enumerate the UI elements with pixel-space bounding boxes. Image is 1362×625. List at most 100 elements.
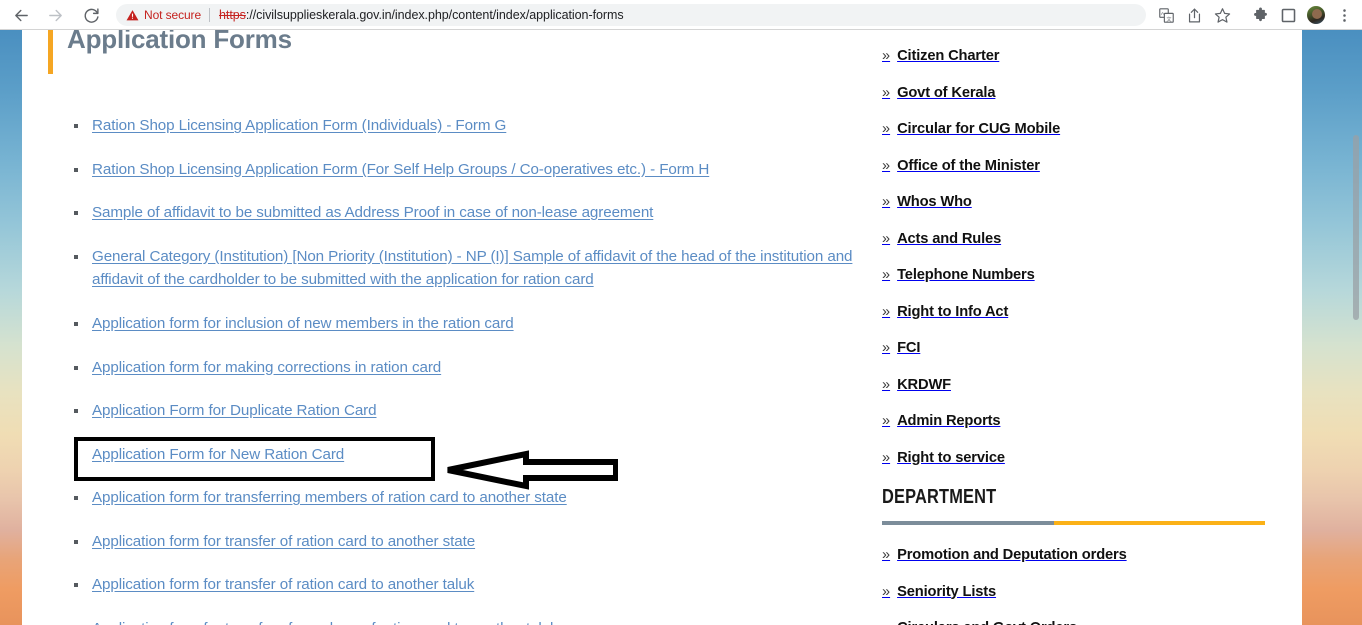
- chevron-double-right-icon: »: [882, 413, 891, 429]
- chevron-double-right-icon: »: [882, 230, 891, 247]
- form-link-new-ration-card[interactable]: Application Form for New Ration Card: [92, 446, 344, 463]
- chevron-double-right-icon: »: [882, 157, 891, 174]
- chevron-double-right-icon: »: [882, 547, 891, 563]
- form-link[interactable]: Application form for inclusion of new me…: [92, 315, 514, 332]
- form-link[interactable]: Sample of affidavit to be submitted as A…: [92, 204, 653, 221]
- list-item[interactable]: Ration Shop Licensing Application Form (…: [48, 158, 858, 181]
- sidebar-item-label: Promotion and Deputation orders: [897, 547, 1127, 563]
- reload-icon[interactable]: [76, 0, 106, 30]
- list-item[interactable]: Sample of affidavit to be submitted as A…: [48, 201, 858, 224]
- bullet-icon: [74, 539, 78, 544]
- chevron-double-right-icon: »: [882, 84, 891, 101]
- sidebar-item-right-to-info-act[interactable]: » Right to Info Act: [882, 304, 1282, 320]
- sidebar-item-citizen-charter[interactable]: » Citizen Charter: [882, 48, 1282, 64]
- bullet-icon: [74, 452, 78, 457]
- extensions-puzzle-icon[interactable]: [1246, 1, 1274, 29]
- chevron-double-right-icon: »: [882, 48, 891, 64]
- sidebar-item-label: Right to service: [897, 449, 1005, 466]
- security-status-chip[interactable]: Not secure: [126, 8, 209, 22]
- sidebar-item-label: Office of the Minister: [897, 157, 1040, 174]
- url-path: ://civilsupplieskerala.gov.in/index.php/…: [245, 8, 624, 22]
- form-link[interactable]: Application form for making corrections …: [92, 359, 441, 376]
- sidebar-item-label: Whos Who: [897, 194, 972, 210]
- sidebar-item-fci[interactable]: » FCI: [882, 340, 1282, 356]
- bullet-icon: [74, 322, 78, 326]
- sidebar-item-telephone-numbers[interactable]: » Telephone Numbers: [882, 267, 1282, 283]
- form-link[interactable]: Application form for transfer of members…: [92, 620, 558, 625]
- toolbar-actions: A 文: [1152, 1, 1362, 29]
- form-link[interactable]: Application Form for Duplicate Ration Ca…: [92, 402, 377, 419]
- forward-arrow-icon: [40, 0, 70, 30]
- sidebar-item-circulars-and-govt-orders[interactable]: » Circulars and Govt Orders: [882, 620, 1282, 625]
- share-icon[interactable]: [1180, 1, 1208, 29]
- chevron-double-right-icon: »: [882, 194, 891, 210]
- department-divider: [882, 521, 1265, 525]
- sidebar-item-govt-of-kerala[interactable]: » Govt of Kerala: [882, 85, 1282, 101]
- bookmark-star-icon[interactable]: [1208, 1, 1236, 29]
- sidebar-item-office-of-the-minister[interactable]: » Office of the Minister: [882, 158, 1282, 174]
- page-content-card: Application Forms Ration Shop Licensing …: [22, 30, 1302, 625]
- scrollbar-thumb[interactable]: [1353, 135, 1359, 320]
- profile-avatar[interactable]: [1302, 1, 1330, 29]
- omnibox-divider: [209, 8, 211, 22]
- chevron-double-right-icon: »: [882, 583, 891, 600]
- sidebar-item-admin-reports[interactable]: » Admin Reports: [882, 413, 1282, 429]
- list-item[interactable]: Application form for transfer of members…: [48, 617, 858, 625]
- address-bar[interactable]: Not secure https://civilsupplieskerala.g…: [116, 4, 1146, 26]
- list-item[interactable]: General Category (Institution) [Non Prio…: [48, 245, 858, 292]
- application-forms-list: Ration Shop Licensing Application Form (…: [48, 114, 858, 625]
- form-link[interactable]: Application form for transferring member…: [92, 489, 567, 506]
- sidebar-item-label: Acts and Rules: [897, 230, 1002, 247]
- page-viewport: Application Forms Ration Shop Licensing …: [0, 30, 1362, 625]
- chevron-double-right-icon: »: [882, 267, 891, 283]
- form-link[interactable]: Application form for transfer of ration …: [92, 576, 474, 593]
- sidebar-item-label: Citizen Charter: [897, 48, 1000, 64]
- sidebar-item-acts-and-rules[interactable]: » Acts and Rules: [882, 231, 1282, 247]
- list-item[interactable]: Application Form for Duplicate Ration Ca…: [48, 399, 858, 422]
- chevron-double-right-icon: »: [882, 121, 891, 137]
- sidebar-item-label: Circular for CUG Mobile: [897, 121, 1061, 137]
- divider-segment-orange: [1054, 521, 1265, 525]
- list-item[interactable]: Application form for transfer of ration …: [48, 530, 858, 553]
- sidebar-item-whos-who[interactable]: » Whos Who: [882, 194, 1282, 210]
- sidebar-item-label: Govt of Kerala: [897, 84, 996, 101]
- chevron-double-right-icon: »: [882, 340, 891, 356]
- back-arrow-icon[interactable]: [6, 0, 36, 30]
- bullet-icon: [74, 211, 78, 215]
- warning-triangle-icon: [126, 9, 139, 20]
- sidebar-item-label: Admin Reports: [897, 413, 1001, 429]
- side-panel-icon[interactable]: [1274, 1, 1302, 29]
- sidebar-item-krdwf[interactable]: » KRDWF: [882, 377, 1282, 393]
- sidebar: » Citizen Charter » Govt of Kerala » Cir…: [882, 48, 1282, 625]
- sidebar-item-promotion-and-deputation-orders[interactable]: » Promotion and Deputation orders: [882, 547, 1282, 563]
- form-link[interactable]: Ration Shop Licensing Application Form (…: [92, 161, 709, 178]
- translate-icon[interactable]: A 文: [1152, 1, 1180, 29]
- bullet-icon: [74, 583, 78, 587]
- sidebar-item-right-to-service[interactable]: » Right to service: [882, 450, 1282, 466]
- form-link[interactable]: Ration Shop Licensing Application Form (…: [92, 117, 506, 134]
- bullet-icon: [74, 124, 78, 128]
- more-menu-icon[interactable]: [1330, 1, 1358, 29]
- list-item[interactable]: Application form for transfer of ration …: [48, 573, 858, 596]
- sidebar-item-label: Telephone Numbers: [897, 267, 1035, 283]
- form-link[interactable]: General Category (Institution) [Non Prio…: [92, 248, 853, 289]
- url-text: https://civilsupplieskerala.gov.in/index…: [219, 8, 624, 22]
- sidebar-item-label: FCI: [897, 340, 921, 356]
- page-title: Application Forms: [67, 30, 292, 54]
- sidebar-item-seniority-lists[interactable]: » Seniority Lists: [882, 584, 1282, 600]
- chevron-double-right-icon: »: [882, 303, 891, 320]
- bullet-icon: [74, 254, 78, 259]
- department-section: DEPARTMENT » Promotion and Deputation or…: [882, 486, 1282, 625]
- form-link[interactable]: Application form for transfer of ration …: [92, 533, 475, 550]
- list-item[interactable]: Application form for making corrections …: [48, 356, 858, 379]
- chevron-double-right-icon: »: [882, 449, 891, 466]
- sidebar-item-label: KRDWF: [897, 376, 951, 393]
- sidebar-item-circular-for-cug-mobile[interactable]: » Circular for CUG Mobile: [882, 121, 1282, 137]
- list-item[interactable]: Ration Shop Licensing Application Form (…: [48, 114, 858, 137]
- list-item[interactable]: Application form for inclusion of new me…: [48, 312, 858, 335]
- page-scrollbar[interactable]: [1347, 30, 1362, 625]
- annotation-arrow-icon: [447, 450, 618, 490]
- sidebar-item-label: Seniority Lists: [897, 583, 997, 600]
- page-title-block: Application Forms: [48, 30, 858, 74]
- divider-segment-gray: [882, 521, 1055, 525]
